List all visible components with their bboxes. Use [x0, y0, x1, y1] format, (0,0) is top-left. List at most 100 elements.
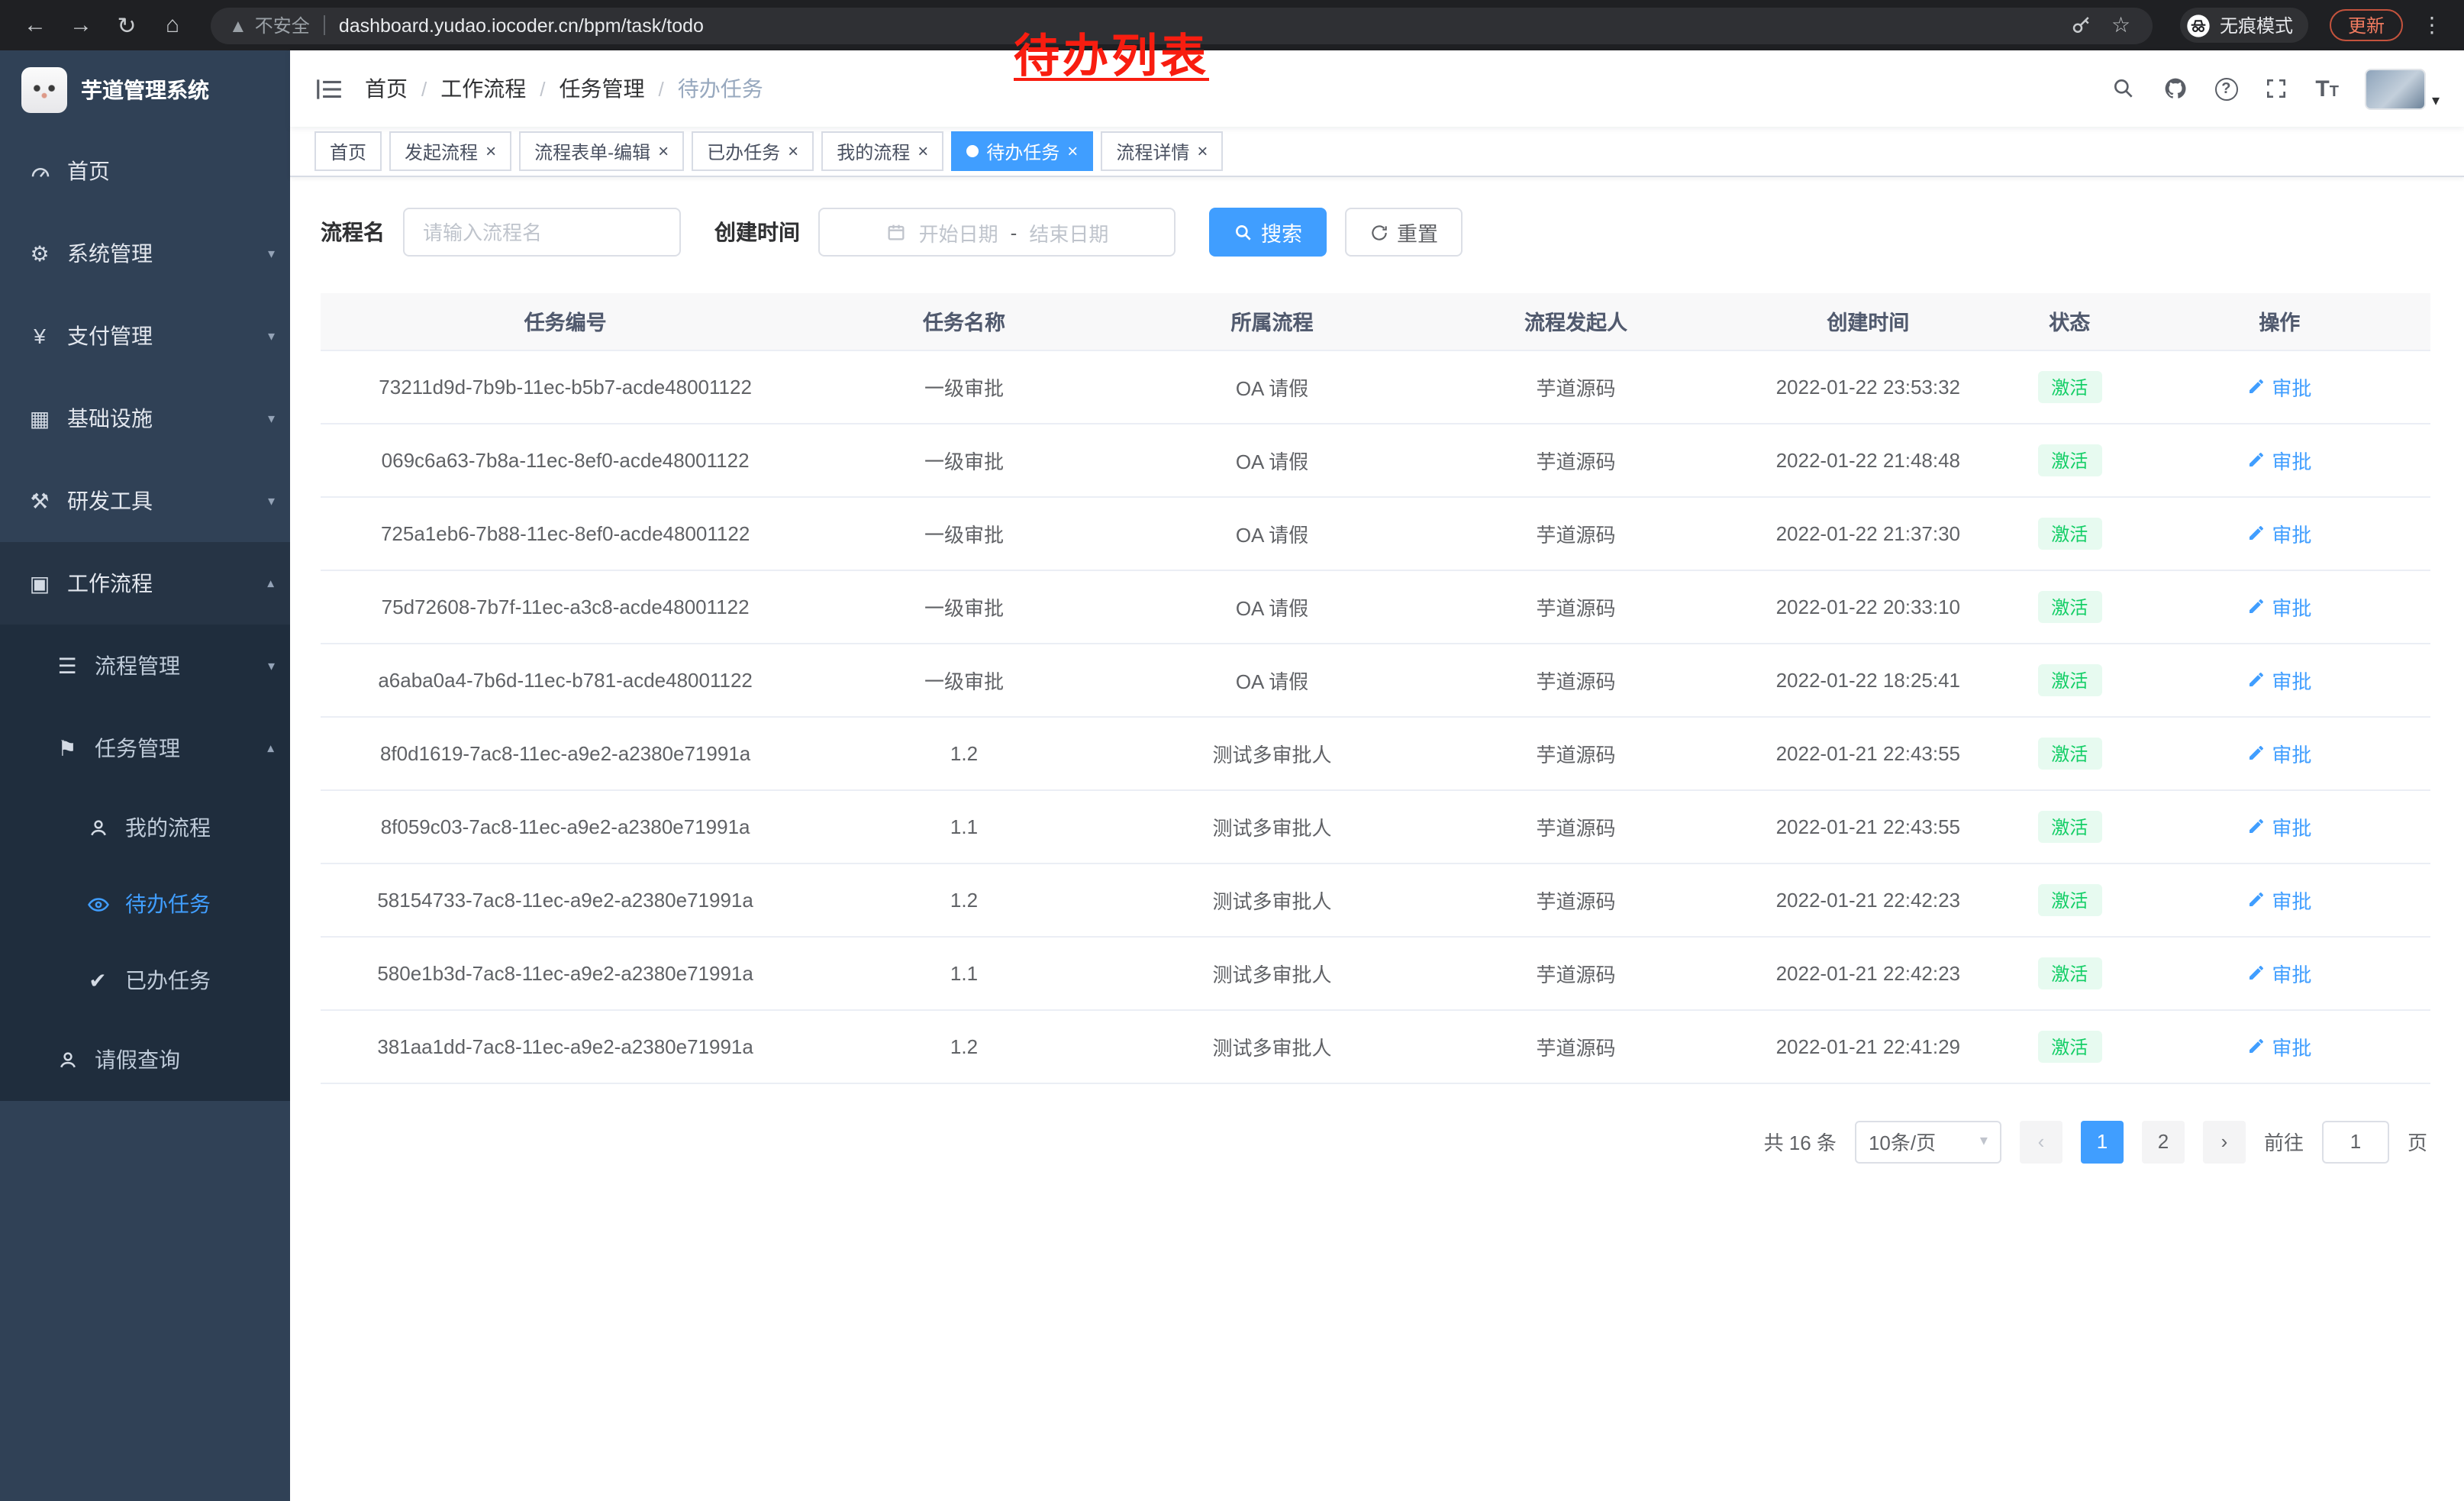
warning-icon: ▲ — [229, 15, 247, 36]
approve-link[interactable]: 审批 — [2247, 445, 2311, 474]
browser-menu-icon[interactable]: ⋮ — [2415, 12, 2449, 38]
tab-my-process[interactable]: 我的流程× — [821, 131, 943, 171]
prev-page-button[interactable]: ‹ — [2020, 1120, 2062, 1163]
tab-todo-tasks[interactable]: 待办任务× — [951, 131, 1093, 171]
sidebar-item-workflow[interactable]: ▣ 工作流程 ▾ — [0, 542, 290, 625]
table-header-row: 任务编号任务名称所属流程流程发起人创建时间状态操作 — [321, 293, 2430, 350]
help-icon[interactable]: ? — [2214, 77, 2237, 100]
cell-status: 激活 — [2011, 936, 2129, 1009]
sidebar-item-done-tasks[interactable]: ✔ 已办任务 — [0, 942, 290, 1018]
forward-button[interactable]: → — [61, 5, 101, 45]
key-icon[interactable] — [2070, 14, 2093, 37]
close-icon[interactable]: × — [485, 142, 496, 160]
home-button[interactable]: ⌂ — [153, 5, 192, 45]
approve-link[interactable]: 审批 — [2247, 665, 2311, 694]
sidebar-item-infrastructure[interactable]: ▦ 基础设施 ▾ — [0, 377, 290, 460]
cell-action: 审批 — [2129, 1009, 2430, 1083]
active-dot — [966, 145, 979, 157]
page-unit-label: 页 — [2408, 1127, 2427, 1156]
tab-start-process[interactable]: 发起流程× — [389, 131, 511, 171]
cell-create-time: 2022-01-22 18:25:41 — [1726, 643, 2011, 716]
close-icon[interactable]: × — [658, 142, 669, 160]
search-button[interactable]: 搜索 — [1209, 208, 1327, 257]
close-icon[interactable]: × — [1067, 142, 1078, 160]
sidebar-item-todo-tasks[interactable]: 待办任务 — [0, 866, 290, 942]
approve-link[interactable]: 审批 — [2247, 518, 2311, 547]
bookmark-star-icon[interactable]: ☆ — [2111, 14, 2134, 37]
page-size-select[interactable]: 10条/页 ▾ — [1855, 1120, 2001, 1163]
tab-form-edit[interactable]: 流程表单-编辑× — [519, 131, 684, 171]
infrastructure-icon: ▦ — [27, 406, 52, 431]
approve-link[interactable]: 审批 — [2247, 958, 2311, 987]
table-row: 381aa1dd-7ac8-11ec-a9e2-a2380e71991a 1.2… — [321, 1009, 2430, 1083]
cell-task-name: 一级审批 — [810, 496, 1118, 570]
approve-link[interactable]: 审批 — [2247, 738, 2311, 767]
security-label[interactable]: 不安全 — [255, 12, 310, 38]
sidebar-item-process-management[interactable]: ☰ 流程管理 ▾ — [0, 625, 290, 707]
sidebar-item-task-management[interactable]: ⚑ 任务管理 ▾ — [0, 707, 290, 789]
sidebar-item-payment[interactable]: ¥ 支付管理 ▾ — [0, 295, 290, 377]
tab-process-detail[interactable]: 流程详情× — [1101, 131, 1223, 171]
status-badge: 激活 — [2037, 590, 2101, 622]
url-text[interactable]: dashboard.yudao.iocoder.cn/bpm/task/todo — [339, 15, 704, 36]
page-button-2[interactable]: 2 — [2142, 1120, 2185, 1163]
sidebar-item-my-process[interactable]: 我的流程 — [0, 789, 290, 866]
cell-create-time: 2022-01-21 22:41:29 — [1726, 1009, 2011, 1083]
table-row: 069c6a63-7b8a-11ec-8ef0-acde48001122 一级审… — [321, 423, 2430, 496]
close-icon[interactable]: × — [788, 142, 798, 160]
chevron-down-icon: ▾ — [1980, 1133, 1988, 1150]
chevron-down-icon: ▾ — [268, 245, 275, 262]
screen: 待办列表 ← → ↻ ⌂ ▲ 不安全 dashboard.yudao.iocod… — [0, 0, 2464, 1501]
cell-initiator: 芋道源码 — [1426, 643, 1725, 716]
back-button[interactable]: ← — [15, 5, 55, 45]
approve-link[interactable]: 审批 — [2247, 1031, 2311, 1060]
github-icon[interactable] — [2162, 76, 2188, 102]
top-navbar: 首页 / 工作流程 / 任务管理 / 待办任务 ? TT ▾ — [290, 50, 2464, 127]
tools-icon: ⚒ — [27, 489, 52, 513]
table-row: 725a1eb6-7b88-11ec-8ef0-acde48001122 一级审… — [321, 496, 2430, 570]
cell-process: OA 请假 — [1118, 496, 1427, 570]
approve-link[interactable]: 审批 — [2247, 372, 2311, 401]
close-icon[interactable]: × — [1197, 142, 1208, 160]
tab-home[interactable]: 首页 — [314, 131, 382, 171]
sidebar-toggle-icon[interactable] — [314, 74, 343, 103]
sidebar-item-leave-query[interactable]: 请假查询 — [0, 1018, 290, 1101]
chevron-up-icon: ▾ — [268, 575, 275, 592]
user-menu[interactable]: ▾ — [2365, 68, 2440, 109]
approve-link[interactable]: 审批 — [2247, 885, 2311, 914]
page-button-1[interactable]: 1 — [2081, 1120, 2124, 1163]
breadcrumb-home[interactable]: 首页 — [365, 73, 408, 104]
close-icon[interactable]: × — [918, 142, 928, 160]
app-logo[interactable]: 芋道管理系统 — [0, 50, 290, 130]
font-size-icon[interactable]: TT — [2315, 76, 2339, 102]
cell-process: OA 请假 — [1118, 643, 1427, 716]
sidebar-item-home[interactable]: 首页 — [0, 130, 290, 212]
approve-link[interactable]: 审批 — [2247, 812, 2311, 841]
avatar[interactable] — [2365, 68, 2426, 109]
search-icon[interactable] — [2111, 76, 2137, 102]
status-badge: 激活 — [2037, 883, 2101, 915]
chevron-down-icon: ▾ — [268, 328, 275, 344]
cell-initiator: 芋道源码 — [1426, 423, 1725, 496]
cell-task-id: 75d72608-7b7f-11ec-a3c8-acde48001122 — [321, 570, 810, 643]
sidebar-item-devtools[interactable]: ⚒ 研发工具 ▾ — [0, 460, 290, 542]
update-button[interactable]: 更新 — [2330, 9, 2403, 41]
breadcrumb-workflow[interactable]: 工作流程 — [440, 73, 526, 104]
next-page-button[interactable]: › — [2203, 1120, 2246, 1163]
browser-toolbar: ← → ↻ ⌂ ▲ 不安全 dashboard.yudao.iocoder.cn… — [0, 0, 2464, 50]
sidebar-item-system[interactable]: ⚙ 系统管理 ▾ — [0, 212, 290, 295]
approve-link[interactable]: 审批 — [2247, 592, 2311, 621]
cell-status: 激活 — [2011, 423, 2129, 496]
process-name-input[interactable] — [403, 208, 681, 257]
reload-button[interactable]: ↻ — [107, 5, 147, 45]
date-range-picker[interactable]: 开始日期 - 结束日期 — [818, 208, 1176, 257]
goto-page-input[interactable] — [2322, 1120, 2389, 1163]
chevron-down-icon: ▾ — [268, 410, 275, 427]
table-header-cell: 状态 — [2011, 293, 2129, 350]
fullscreen-icon[interactable] — [2263, 76, 2289, 102]
reset-button[interactable]: 重置 — [1345, 208, 1463, 257]
breadcrumb-task-management[interactable]: 任务管理 — [560, 73, 645, 104]
logo-avatar — [21, 67, 67, 113]
pencil-icon — [2247, 450, 2266, 469]
tab-done-tasks[interactable]: 已办任务× — [692, 131, 814, 171]
